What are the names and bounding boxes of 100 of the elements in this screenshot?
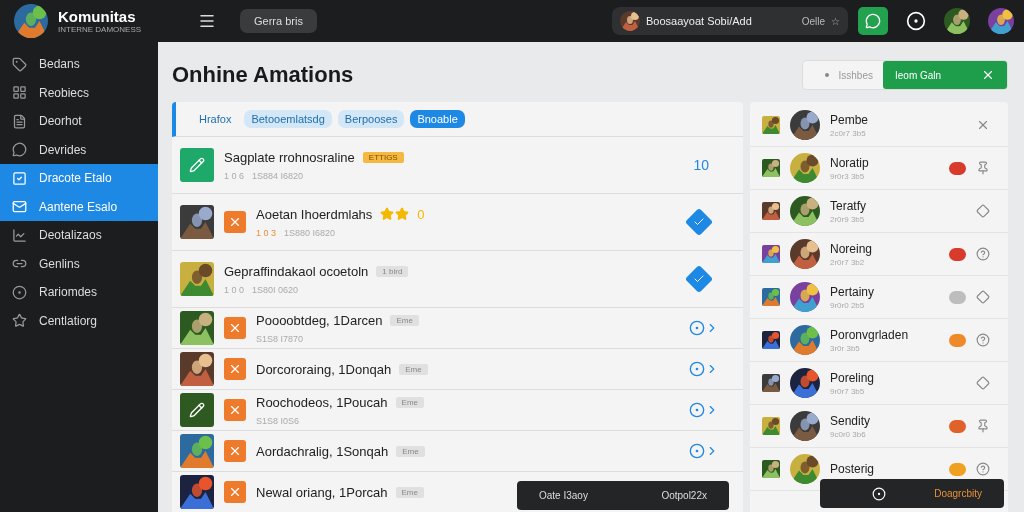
row-title: Gepraffindakaol ocoetoln	[224, 263, 369, 279]
check-icon	[693, 216, 705, 228]
contact-name: Poronvgrladen	[830, 327, 910, 342]
contact-name: Noratip	[830, 155, 870, 170]
chart-icon	[12, 227, 27, 243]
pencil-icon	[180, 393, 214, 427]
help-button[interactable]	[976, 247, 992, 261]
diamond-button[interactable]	[976, 204, 992, 218]
contact-name: Poreling	[830, 370, 876, 385]
tag-icon	[12, 56, 27, 72]
sidebar-item[interactable]: Rariomdes	[0, 278, 158, 307]
row-title: Sagplate rrohnosraline	[224, 149, 355, 165]
row-meta: 1 0 0	[224, 284, 245, 295]
sidebar-item[interactable]: Deotalizaos	[0, 221, 158, 250]
chat-icon	[12, 142, 27, 158]
filter-tab[interactable]: Bnoable	[410, 110, 465, 128]
chat-icon	[865, 13, 881, 29]
pin-icon	[976, 161, 990, 175]
help-button[interactable]	[976, 333, 992, 347]
cross-icon	[224, 440, 246, 462]
row-tag: ETTIGS	[362, 151, 404, 163]
filter-tab[interactable]: Hrafox	[192, 110, 239, 128]
checkbox-icon	[12, 170, 27, 186]
list-row[interactable]: Dorcororaing, 1Donqah Eme	[172, 349, 743, 390]
list-row[interactable]: Gepraffindakaol ocoetoln 1 bird 1 0 0 1S80I 0620	[172, 251, 743, 308]
sidebar-item[interactable]: Dracote Etalo	[0, 164, 158, 193]
sidebar-item[interactable]: Aantene Esalo	[0, 192, 158, 221]
ring-icon	[12, 284, 27, 300]
notification-icon[interactable]	[906, 11, 926, 31]
contact-row[interactable]: Poronvgrladen 3r0r 3b5	[750, 319, 1008, 362]
contact-row[interactable]: Pembe 2c0r7 3b5	[750, 104, 1008, 147]
row-title: Poooobtdeg, 1Darcen	[256, 312, 383, 328]
row-tag: Eme	[399, 363, 428, 375]
cross-icon	[224, 481, 246, 503]
star-icon	[12, 313, 27, 329]
contact-name: Sendity	[830, 413, 872, 428]
contact-name: Pertainy	[830, 284, 876, 299]
contact-status: 2c0r7 3b5	[830, 128, 867, 138]
ring-icon	[689, 320, 705, 336]
row-meta: 1 0 3	[256, 227, 277, 238]
contact-row[interactable]: Pertainy 9r0r0 2b5	[750, 276, 1008, 319]
diamond-icon	[976, 204, 990, 218]
brand-tagline: INTERNE DAMONESS	[58, 25, 143, 34]
list-row[interactable]: Poooobtdeg, 1Darcen Eme S1S8 I7870	[172, 308, 743, 349]
ring-icon	[689, 402, 705, 418]
contact-row[interactable]: Teratfy 2r0r9 3b5	[750, 190, 1008, 233]
contact-row[interactable]: Sendity 9c0r0 3b6	[750, 405, 1008, 448]
ring-icon	[689, 361, 705, 377]
ring-icon	[689, 443, 705, 459]
cross-icon	[224, 358, 246, 380]
help-button[interactable]	[976, 462, 992, 476]
row-meta: 1S884 I6820	[252, 170, 304, 181]
toast-text: Doagrcbity	[934, 488, 982, 499]
sidebar-item[interactable]: Bedans	[0, 50, 158, 79]
diamond-button[interactable]	[976, 290, 992, 304]
contact-row[interactable]: Poreling 9r0r7 3b5	[750, 362, 1008, 405]
cross-icon	[224, 211, 246, 233]
close-icon	[981, 68, 995, 82]
row-tag: 1 bird	[376, 265, 409, 277]
sidebar-item[interactable]: Genlins	[0, 249, 158, 278]
row-title: Aordachralig, 1Sonqah	[256, 443, 389, 459]
list-row[interactable]: Aordachralig, 1Sonqah Eme	[172, 431, 743, 472]
row-tag: Eme	[395, 396, 424, 408]
contact-status: 3r0r 3b5	[830, 343, 861, 353]
filter-tab[interactable]: Berpooses	[337, 110, 405, 128]
sidebar-item[interactable]: Devrides	[0, 135, 158, 164]
sidebar-item[interactable]: Centlatiorg	[0, 306, 158, 335]
filter-tab[interactable]: Betooemlatsdg	[244, 110, 332, 128]
status-icon	[872, 486, 886, 501]
menu-icon[interactable]	[198, 12, 216, 30]
list-row[interactable]: Roochodeos, 1Poucah Eme S1S8 I0S6	[172, 390, 743, 431]
rating-value: 0	[417, 206, 425, 222]
stars-icon	[380, 207, 410, 221]
diamond-icon	[976, 376, 990, 390]
category-pill[interactable]: Gerra bris	[240, 9, 317, 33]
help-icon	[976, 247, 990, 261]
contact-row[interactable]: Noreing 2r0r7 3b2	[750, 233, 1008, 276]
row-title: Aoetan Ihoerdmlahs	[256, 206, 373, 222]
list-row[interactable]: Aoetan Ihoerdmlahs 0 1 0 3 1S880 I6820	[172, 194, 743, 251]
contact-name: Pembe	[830, 112, 870, 127]
help-icon	[976, 333, 990, 347]
cross-icon	[224, 399, 246, 421]
diamond-button[interactable]	[976, 376, 992, 390]
sidebar-item[interactable]: Deorhot	[0, 107, 158, 136]
contact-row[interactable]: Noratip 9r0r3 3b5	[750, 147, 1008, 190]
mail-icon	[12, 199, 27, 215]
list-row[interactable]: Sagplate rrohnosraline ETTIGS 1 0 6 1S884 I6820 10	[172, 137, 743, 194]
pencil-icon	[180, 148, 214, 182]
row-title: Newal oriang, 1Porcah	[256, 484, 388, 500]
document-icon	[12, 113, 27, 129]
contact-name: Teratfy	[830, 198, 867, 213]
sidebar-item[interactable]: Reobiecs	[0, 78, 158, 107]
contact-status: 9r0r0 2b5	[830, 300, 866, 310]
row-meta: 1S80I 0620	[252, 284, 299, 295]
contact-status: 9c0r0 3b6	[830, 429, 867, 439]
row-count: 10	[693, 157, 709, 173]
pin-icon	[976, 419, 990, 433]
help-icon	[976, 462, 990, 476]
chat-button[interactable]	[858, 7, 888, 35]
search-field[interactable]: Boosaayoat Sobi/Add Oelle ☆	[612, 7, 848, 35]
